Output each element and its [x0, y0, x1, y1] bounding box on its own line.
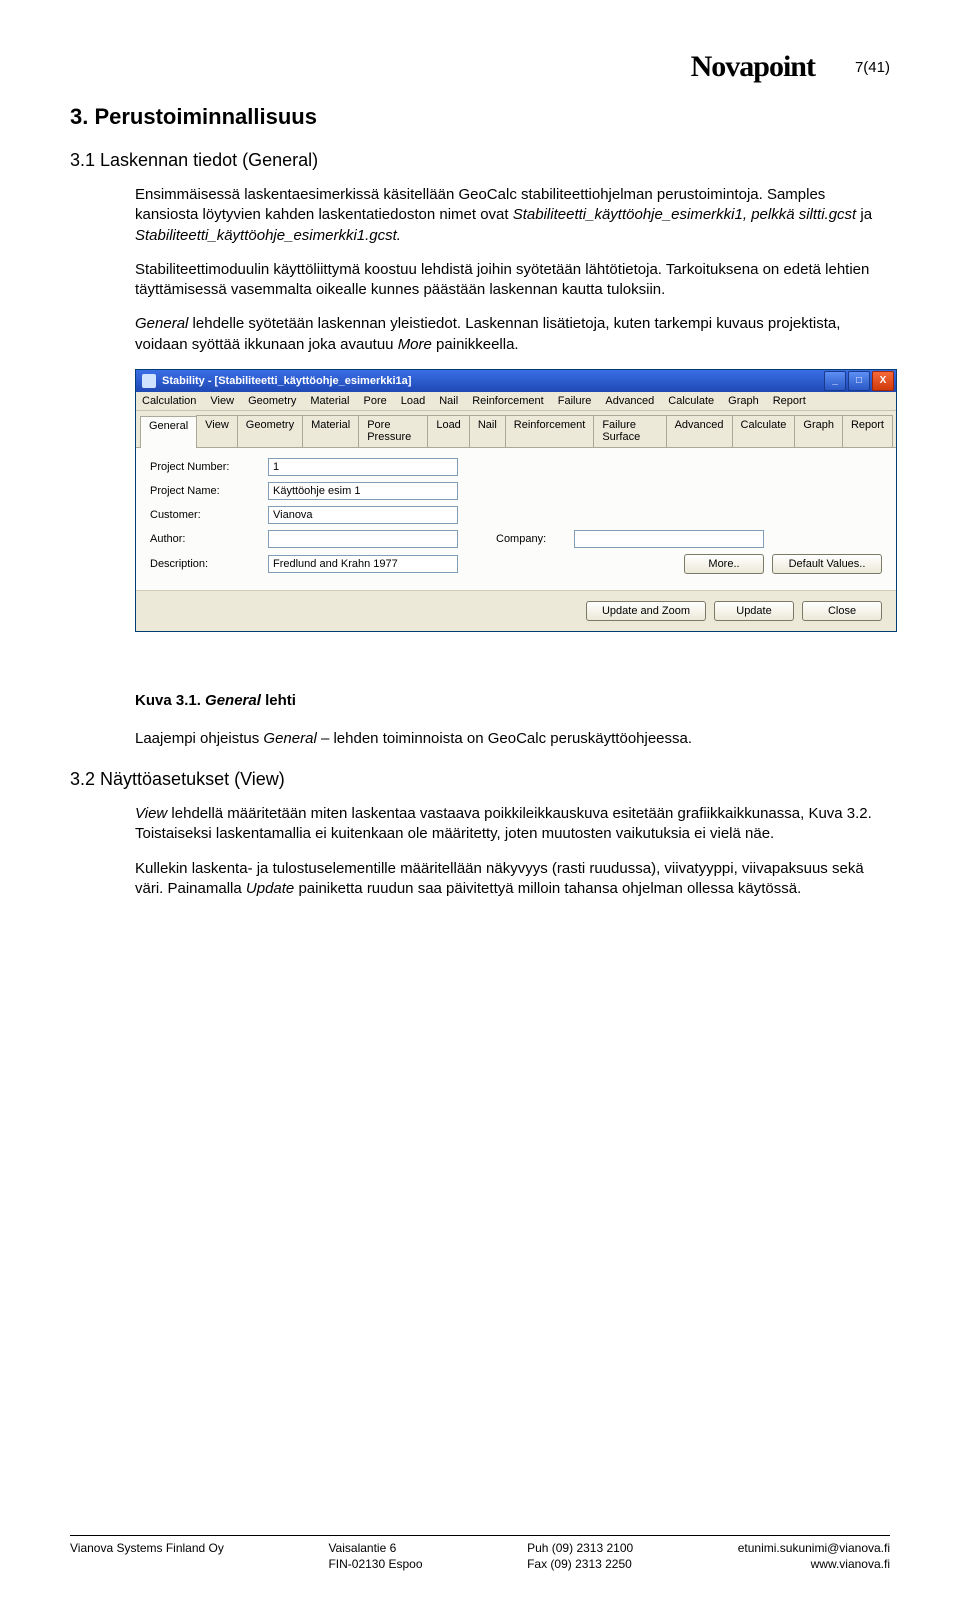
- paragraph: View lehdellä määritetään miten laskenta…: [135, 804, 890, 845]
- tab-failure-surface[interactable]: Failure Surface: [593, 415, 666, 447]
- footer-web: www.vianova.fi: [738, 1556, 890, 1572]
- tab-load[interactable]: Load: [427, 415, 469, 447]
- tab-report[interactable]: Report: [842, 415, 893, 447]
- filename: Stabiliteetti_käyttöohje_esimerkki1, pel…: [513, 206, 857, 223]
- menu-nail[interactable]: Nail: [439, 395, 458, 407]
- tab-pore-pressure[interactable]: Pore Pressure: [358, 415, 428, 447]
- label-company: Company:: [496, 533, 566, 545]
- label-project-number: Project Number:: [150, 461, 260, 473]
- label-description: Description:: [150, 558, 260, 570]
- customer-input[interactable]: [268, 506, 458, 524]
- tab-graph[interactable]: Graph: [794, 415, 843, 447]
- footer-email: etunimi.sukunimi@vianova.fi: [738, 1540, 890, 1556]
- text: ja: [860, 206, 872, 223]
- general-form: Project Number: Project Name: Customer: …: [136, 448, 896, 590]
- menu-pore[interactable]: Pore: [364, 395, 387, 407]
- text: lehdellä määritetään miten laskentaa vas…: [135, 805, 872, 842]
- menu-graph[interactable]: Graph: [728, 395, 759, 407]
- menu-load[interactable]: Load: [401, 395, 425, 407]
- tab-calculate[interactable]: Calculate: [732, 415, 796, 447]
- tab-geometry[interactable]: Geometry: [237, 415, 303, 447]
- menu-report[interactable]: Report: [773, 395, 806, 407]
- caption-term: General: [205, 692, 261, 709]
- label-customer: Customer:: [150, 509, 260, 521]
- menubar: Calculation View Geometry Material Pore …: [136, 392, 896, 411]
- paragraph: Kullekin laskenta- ja tulostuselementill…: [135, 859, 890, 900]
- subsection-3-2-heading: 3.2 Näyttöasetukset (View): [70, 769, 890, 790]
- menu-view[interactable]: View: [210, 395, 234, 407]
- tab-general[interactable]: General: [140, 416, 197, 448]
- description-input[interactable]: [268, 555, 458, 573]
- minimize-button[interactable]: _: [824, 371, 846, 391]
- term: General: [135, 315, 188, 332]
- filename: Stabiliteetti_käyttöohje_esimerkki1.gcst…: [135, 227, 401, 244]
- term: Update: [246, 880, 294, 897]
- menu-geometry[interactable]: Geometry: [248, 395, 296, 407]
- footer-phone: Puh (09) 2313 2100: [527, 1540, 633, 1556]
- menu-advanced[interactable]: Advanced: [605, 395, 654, 407]
- menu-calculate[interactable]: Calculate: [668, 395, 714, 407]
- menu-reinforcement[interactable]: Reinforcement: [472, 395, 544, 407]
- tab-material[interactable]: Material: [302, 415, 359, 447]
- footer-address-2: FIN-02130 Espoo: [328, 1556, 422, 1572]
- author-input[interactable]: [268, 530, 458, 548]
- window-title: Stability - [Stabiliteetti_käyttöohje_es…: [162, 375, 411, 387]
- section-heading: 3. Perustoiminnallisuus: [70, 104, 890, 130]
- close-button[interactable]: Close: [802, 601, 882, 621]
- project-number-input[interactable]: [268, 458, 458, 476]
- label-project-name: Project Name:: [150, 485, 260, 497]
- close-window-button[interactable]: X: [872, 371, 894, 391]
- label-author: Author:: [150, 533, 260, 545]
- tab-advanced[interactable]: Advanced: [666, 415, 733, 447]
- term: View: [135, 805, 167, 822]
- tabstrip: General View Geometry Material Pore Pres…: [136, 411, 896, 448]
- stability-app-window: Stability - [Stabiliteetti_käyttöohje_es…: [135, 369, 897, 632]
- maximize-button[interactable]: □: [848, 371, 870, 391]
- company-input[interactable]: [574, 530, 764, 548]
- footer-address-1: Vaisalantie 6: [328, 1540, 422, 1556]
- menu-material[interactable]: Material: [310, 395, 349, 407]
- term: More: [398, 336, 432, 353]
- paragraph: General lehdelle syötetään laskennan yle…: [135, 314, 890, 355]
- page-footer: Vianova Systems Finland Oy Vaisalantie 6…: [70, 1535, 890, 1572]
- default-values-button[interactable]: Default Values..: [772, 554, 882, 574]
- more-button[interactable]: More..: [684, 554, 764, 574]
- tab-reinforcement[interactable]: Reinforcement: [505, 415, 595, 447]
- update-button[interactable]: Update: [714, 601, 794, 621]
- paragraph: Laajempi ohjeistus General – lehden toim…: [135, 729, 890, 749]
- footer-fax: Fax (09) 2313 2250: [527, 1556, 633, 1572]
- brand-logo: Novapoint: [691, 50, 815, 84]
- caption-rest: lehti: [261, 692, 296, 709]
- paragraph: Ensimmäisessä laskentaesimerkissä käsite…: [135, 185, 890, 246]
- menu-failure[interactable]: Failure: [558, 395, 592, 407]
- caption-number: Kuva 3.1.: [135, 692, 205, 709]
- tab-view[interactable]: View: [196, 415, 238, 447]
- tab-nail[interactable]: Nail: [469, 415, 506, 447]
- project-name-input[interactable]: [268, 482, 458, 500]
- subsection-3-1-heading: 3.1 Laskennan tiedot (General): [70, 150, 890, 171]
- menu-calculation[interactable]: Calculation: [142, 395, 196, 407]
- term: General: [263, 730, 316, 747]
- footer-company: Vianova Systems Finland Oy: [70, 1540, 224, 1556]
- update-and-zoom-button[interactable]: Update and Zoom: [586, 601, 706, 621]
- page-counter: 7(41): [855, 59, 890, 76]
- text: painiketta ruudun saa päivitettyä milloi…: [298, 880, 801, 897]
- paragraph: Stabiliteettimoduulin käyttöliittymä koo…: [135, 260, 890, 301]
- window-titlebar[interactable]: Stability - [Stabiliteetti_käyttöohje_es…: [136, 370, 896, 392]
- text: painikkeella.: [436, 336, 519, 353]
- form-footer-buttons: Update and Zoom Update Close: [136, 590, 896, 631]
- text: – lehden toiminnoista on GeoCalc peruskä…: [321, 730, 692, 747]
- text: Laajempi ohjeistus: [135, 730, 263, 747]
- figure-caption: Kuva 3.1. General lehti: [135, 692, 890, 709]
- app-icon: [142, 374, 156, 388]
